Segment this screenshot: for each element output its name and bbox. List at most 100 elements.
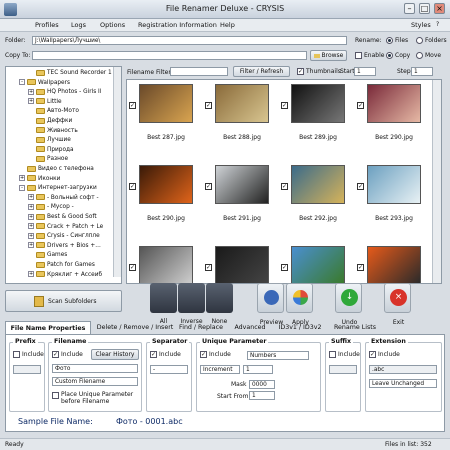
tree-node[interactable]: + Crysis - Синглпле: [28, 232, 100, 241]
thumbnail-checkbox[interactable]: ✓: [129, 264, 136, 271]
copyto-input[interactable]: [32, 51, 307, 60]
select-all-button[interactable]: All: [150, 283, 177, 325]
thumbnail-image[interactable]: [291, 84, 345, 123]
tree-node[interactable]: Видео с телефона: [19, 165, 94, 174]
extension-include-checkbox[interactable]: ✓: [369, 351, 376, 358]
select-none-button[interactable]: None: [206, 283, 233, 325]
tree-node[interactable]: + - Мусор -: [28, 203, 74, 212]
thumbnail-checkbox[interactable]: ✓: [357, 264, 364, 271]
tree-node[interactable]: Лучшие: [28, 136, 71, 145]
tree-node[interactable]: + Иконки: [19, 175, 60, 184]
thumbnail-checkbox[interactable]: ✓: [357, 102, 364, 109]
thumbnail-image[interactable]: [291, 165, 345, 204]
expand-icon[interactable]: +: [28, 203, 34, 210]
copy-radio[interactable]: [386, 52, 393, 59]
filename-include-checkbox[interactable]: ✓: [52, 351, 59, 358]
copy-enable-checkbox[interactable]: [355, 52, 362, 59]
expand-icon[interactable]: +: [28, 98, 34, 105]
menu-options[interactable]: Options: [100, 21, 125, 29]
thumbnail-checkbox[interactable]: ✓: [129, 102, 136, 109]
tree-node[interactable]: Природа: [28, 146, 74, 155]
tab-advanced[interactable]: Advanced: [231, 321, 269, 335]
thumbnail-image[interactable]: [367, 246, 421, 283]
clear-history-button[interactable]: Clear History: [91, 349, 139, 360]
thumbnails-checkbox[interactable]: ✓: [297, 68, 304, 75]
thumbnail-image[interactable]: [139, 165, 193, 204]
thumbnail-checkbox[interactable]: ✓: [205, 102, 212, 109]
move-radio[interactable]: [416, 52, 423, 59]
thumbnail-image[interactable]: [215, 246, 269, 283]
thumbnail-image[interactable]: [291, 246, 345, 283]
unique-include-checkbox[interactable]: ✓: [200, 351, 207, 358]
tree-scrollbar[interactable]: [113, 67, 121, 277]
extension-input[interactable]: .abc: [369, 365, 437, 374]
extension-mode-select[interactable]: Leave Unchanged: [369, 379, 437, 388]
maximize-button[interactable]: □: [419, 3, 430, 14]
prefix-include-checkbox[interactable]: [13, 351, 20, 358]
preview-button[interactable]: Preview: [257, 283, 284, 326]
tree-node[interactable]: Разное: [28, 155, 68, 164]
tab-delete-remove-insert[interactable]: Delete / Remove / Insert: [95, 321, 175, 335]
tab-find-replace[interactable]: Find / Replace: [177, 321, 225, 335]
start-from-input[interactable]: 1: [249, 391, 275, 400]
browse-button[interactable]: Browse: [310, 50, 347, 61]
expand-icon[interactable]: +: [28, 223, 34, 230]
tab-id3[interactable]: ID3v1 / ID3v2: [275, 321, 325, 335]
step-input[interactable]: 1: [411, 67, 433, 76]
close-button[interactable]: ×: [434, 3, 445, 14]
thumbnail-image[interactable]: [367, 84, 421, 123]
tree-node[interactable]: - Wallpapers: [19, 79, 70, 88]
scan-subfolders-button[interactable]: Scan Subfolders: [5, 290, 122, 312]
thumbnail-checkbox[interactable]: ✓: [357, 183, 364, 190]
thumbnail-image[interactable]: [139, 84, 193, 123]
increment-select[interactable]: Increment: [200, 365, 240, 374]
collapse-icon[interactable]: -: [19, 184, 25, 191]
tab-file-name-properties[interactable]: File Name Properties: [5, 321, 91, 335]
start-input[interactable]: 1: [354, 67, 376, 76]
collapse-icon[interactable]: -: [19, 79, 25, 86]
folder-input[interactable]: J:\Wallpapers\Лучшие\: [32, 36, 347, 45]
thumbnail-checkbox[interactable]: ✓: [281, 102, 288, 109]
expand-icon[interactable]: +: [28, 232, 34, 239]
thumbnail-checkbox[interactable]: ✓: [281, 264, 288, 271]
expand-icon[interactable]: +: [28, 213, 34, 220]
filename-mode-select[interactable]: Custom Filename: [52, 377, 138, 386]
help-icon[interactable]: ?: [436, 21, 439, 28]
rename-files-radio[interactable]: [386, 37, 393, 44]
tree-node[interactable]: + Crack + Patch + Le: [28, 223, 103, 232]
tree-node[interactable]: Авто-Мото: [28, 107, 79, 116]
menu-help[interactable]: Help: [220, 21, 235, 29]
suffix-input[interactable]: [329, 365, 357, 374]
tree-node[interactable]: + Кряклиг + Ассеиб: [28, 271, 102, 280]
grid-scrollbar[interactable]: [432, 80, 441, 283]
select-inverse-button[interactable]: Inverse: [178, 283, 205, 325]
filter-input[interactable]: [170, 67, 228, 76]
folder-tree[interactable]: TEC Sound Recorder 1 - Wallpapers + HQ Photo…: [5, 66, 122, 284]
filename-input[interactable]: Фото: [52, 364, 138, 373]
separator-include-checkbox[interactable]: ✓: [150, 351, 157, 358]
expand-icon[interactable]: +: [28, 194, 34, 201]
tab-rename-lists[interactable]: Rename Lists: [332, 321, 378, 335]
tree-node[interactable]: Деффки: [28, 117, 72, 126]
thumbnail-image[interactable]: [367, 165, 421, 204]
menu-profiles[interactable]: Profiles: [35, 21, 59, 29]
tree-node[interactable]: + Little: [28, 98, 62, 107]
apply-button[interactable]: Apply: [286, 283, 313, 326]
tree-node[interactable]: + Best & Good Soft: [28, 213, 97, 222]
tree-node[interactable]: Games: [28, 251, 67, 260]
tree-node[interactable]: TEC Sound Recorder 1: [28, 69, 112, 78]
unique-type-select[interactable]: Numbers: [247, 351, 309, 360]
tree-node[interactable]: + Drivers + Bios +...: [28, 242, 101, 251]
suffix-include-checkbox[interactable]: [329, 351, 336, 358]
tree-node[interactable]: Patch for Games: [28, 261, 95, 270]
mask-input[interactable]: 0000: [249, 380, 275, 389]
increment-input[interactable]: 1: [243, 365, 273, 374]
expand-icon[interactable]: +: [28, 271, 34, 278]
tree-node[interactable]: + - Вольный софт -: [28, 194, 99, 203]
tree-node[interactable]: Живность: [28, 127, 78, 136]
rename-folders-radio[interactable]: [416, 37, 423, 44]
tree-node[interactable]: - Интернет-загрузки: [19, 184, 97, 193]
thumbnail-checkbox[interactable]: ✓: [129, 183, 136, 190]
thumbnail-checkbox[interactable]: ✓: [205, 264, 212, 271]
expand-icon[interactable]: +: [28, 88, 34, 95]
